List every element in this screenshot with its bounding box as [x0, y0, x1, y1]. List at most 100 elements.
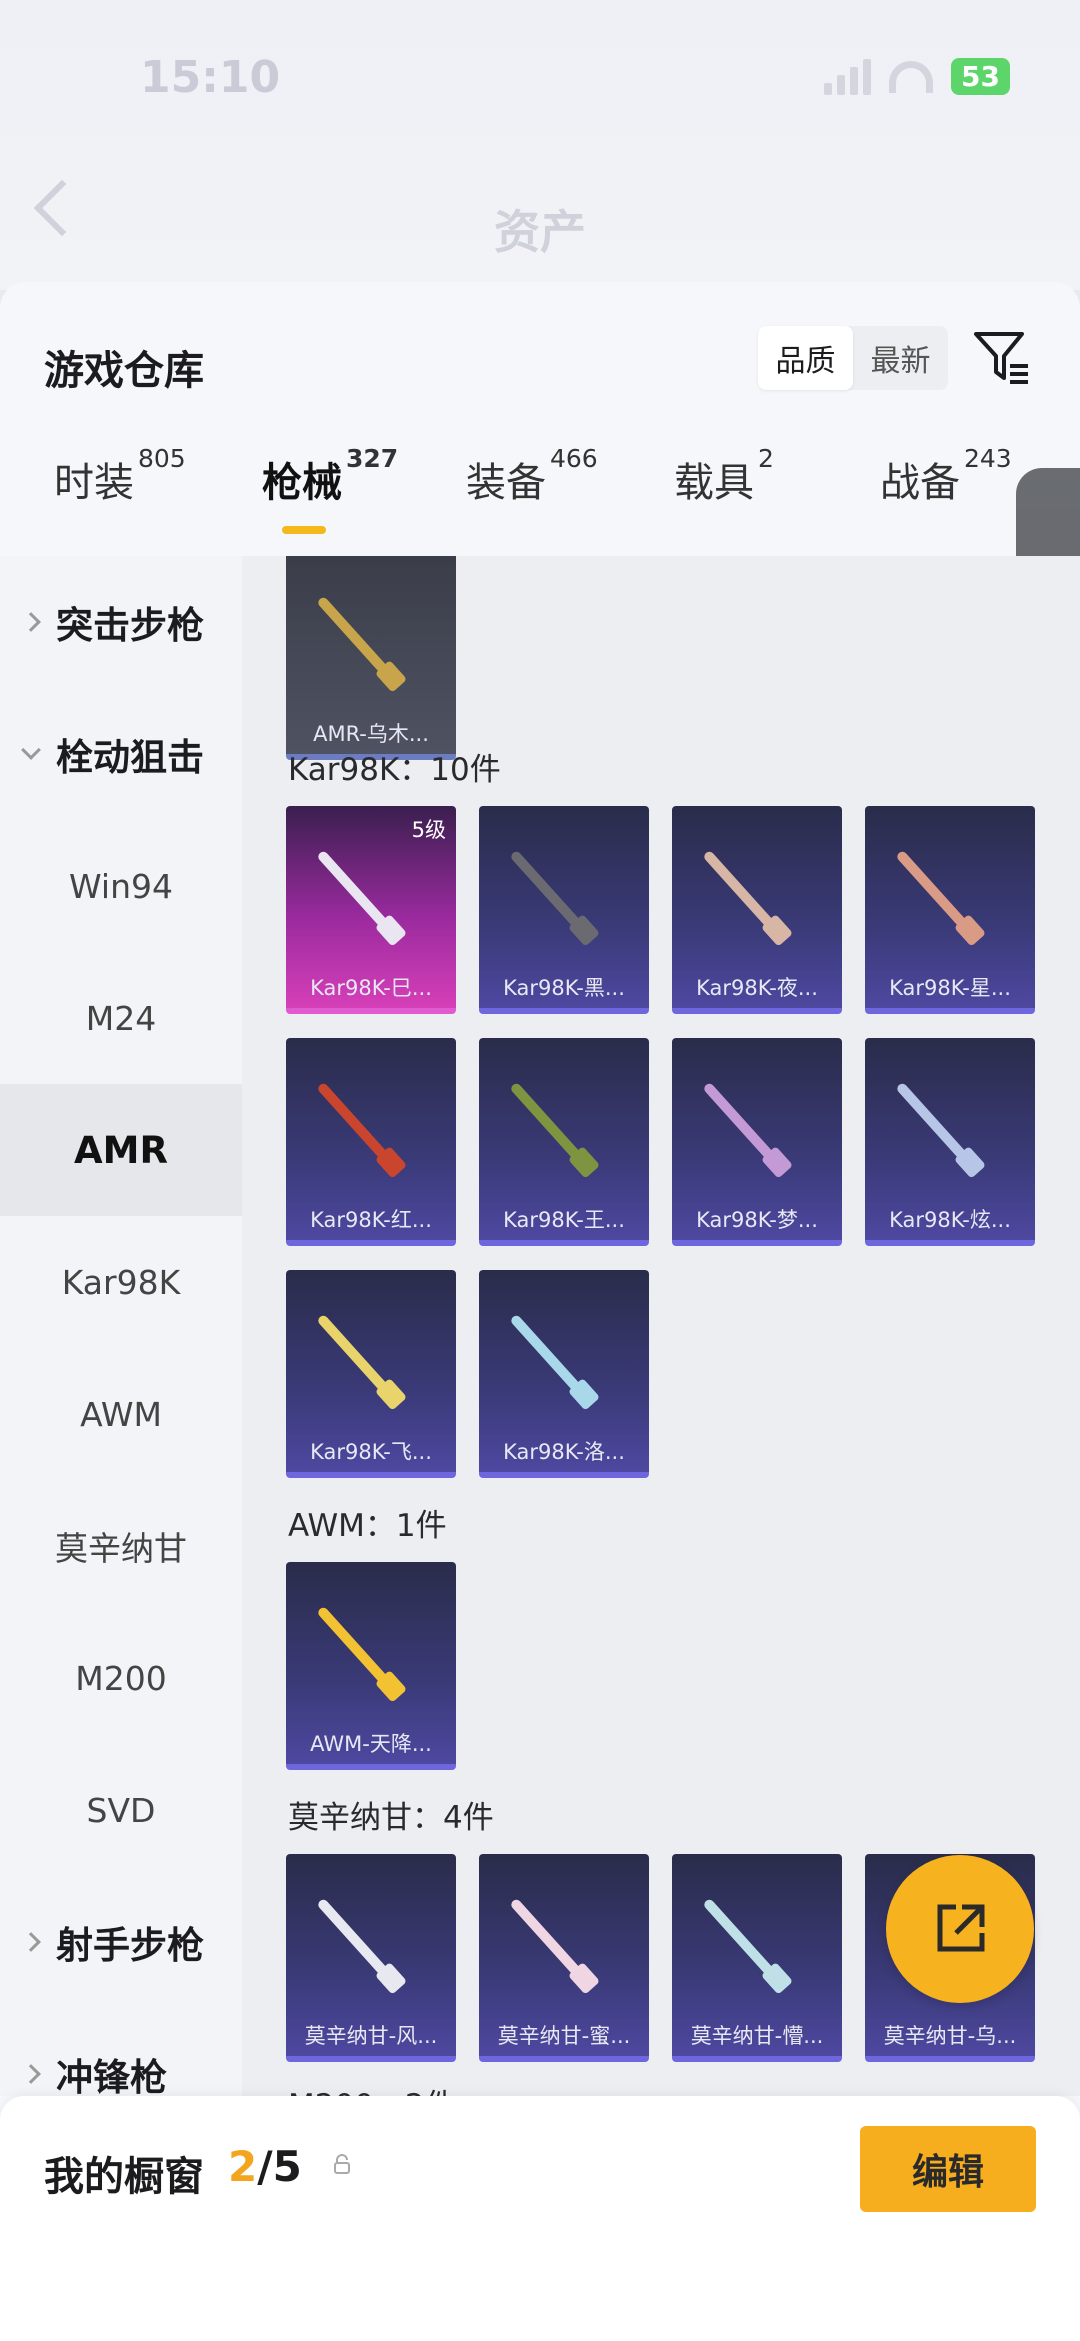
status-icons: 53 [824, 58, 1010, 95]
gun-image [509, 1081, 592, 1172]
item-name: Kar98K-炫... [889, 1208, 1011, 1232]
item-name: Kar98K-星... [889, 976, 1011, 1000]
gun-image [702, 849, 785, 940]
gun-image [509, 1313, 592, 1404]
status-time: 15:10 [140, 52, 281, 103]
chevron-right-icon [21, 612, 41, 632]
item-name: 莫辛纳甘-风... [304, 2024, 438, 2048]
tab-underline [282, 526, 326, 534]
item-name: AWM-天降... [310, 1732, 432, 1756]
item-name: 莫辛纳甘-乌... [883, 2024, 1017, 2048]
gun-image [316, 849, 399, 940]
sidebar-item-mosin[interactable]: 莫辛纳甘 [0, 1480, 242, 1612]
item-name: Kar98K-夜... [696, 976, 818, 1000]
gun-image [316, 1081, 399, 1172]
tab-label: 载具 [674, 460, 754, 506]
battery-icon: 53 [951, 58, 1010, 95]
gun-image [895, 1081, 978, 1172]
tab-label: 战备 [880, 460, 960, 506]
tab-count: 2 [758, 444, 774, 473]
item-card[interactable]: Kar98K-夜... [672, 806, 842, 1014]
chevron-down-icon [21, 740, 41, 760]
showcase-total: /5 [257, 2142, 302, 2191]
sidebar-item-m24[interactable]: M24 [0, 952, 242, 1084]
gun-image [316, 1313, 399, 1404]
sidebar-item-svd[interactable]: SVD [0, 1744, 242, 1876]
item-card[interactable]: AWM-天降... [286, 1562, 456, 1770]
tab-guns[interactable]: 枪械327 [262, 444, 398, 508]
sidebar-group-assault-rifle[interactable]: 突击步枪 [0, 556, 242, 688]
item-card[interactable]: Kar98K-星... [865, 806, 1035, 1014]
sidebar-item-kar98k[interactable]: Kar98K [0, 1216, 242, 1348]
share-icon [937, 1904, 985, 1952]
warehouse-title: 游戏仓库 [44, 348, 204, 394]
section-label: M200：2件 [288, 2080, 456, 2096]
item-name: 莫辛纳甘-蜜... [497, 2024, 631, 2048]
sidebar-group-marksman[interactable]: 射手步枪 [0, 1876, 242, 2008]
gun-type-sidebar: 突击步枪 栓动狙击 Win94 M24 AMR Kar98K AWM 莫辛纳甘 … [0, 556, 242, 2096]
item-card[interactable]: 莫辛纳甘-蜜... [479, 1854, 649, 2062]
gun-image [509, 1897, 592, 1988]
item-card[interactable]: Kar98K-王... [479, 1038, 649, 1246]
page-title: 资产 [494, 205, 586, 259]
category-tabs: 时装805 枪械327 装备466 载具2 战备243 [0, 444, 1080, 550]
item-card[interactable]: Kar98K-梦... [672, 1038, 842, 1246]
tab-count: 243 [964, 444, 1012, 473]
item-card[interactable]: 5级 Kar98K-巳... [286, 806, 456, 1014]
item-card[interactable]: Kar98K-洛... [479, 1270, 649, 1478]
showcase-label: 我的橱窗 [44, 2154, 204, 2200]
tab-label: 时装 [54, 460, 134, 506]
item-card[interactable]: Kar98K-炫... [865, 1038, 1035, 1246]
edit-button[interactable]: 编辑 [860, 2126, 1036, 2212]
filter-icon[interactable] [972, 328, 1032, 388]
item-card[interactable]: AMR-乌木... [286, 556, 456, 760]
sidebar-group-smg[interactable]: 冲锋枪 [0, 2008, 242, 2096]
gun-image [702, 1081, 785, 1172]
item-name: Kar98K-飞... [310, 1440, 432, 1464]
gun-image [316, 1605, 399, 1696]
sidebar-label: 栓动狙击 [56, 736, 204, 779]
showcase-current: 2 [228, 2142, 258, 2191]
tab-count: 327 [346, 444, 399, 473]
item-name: Kar98K-梦... [696, 1208, 818, 1232]
tab-label: 装备 [466, 460, 546, 506]
item-name: Kar98K-洛... [503, 1440, 625, 1464]
sort-newest-button[interactable]: 最新 [853, 326, 948, 390]
sidebar-label: 冲锋枪 [56, 2056, 167, 2096]
item-name: Kar98K-巳... [310, 976, 432, 1000]
item-name: Kar98K-红... [310, 1208, 432, 1232]
gun-image [702, 1897, 785, 1988]
sidebar-item-amr[interactable]: AMR [0, 1084, 242, 1216]
sidebar-label: 突击步枪 [56, 604, 204, 647]
gun-image [509, 849, 592, 940]
gun-image [316, 1897, 399, 1988]
item-card[interactable]: 莫辛纳甘-风... [286, 1854, 456, 2062]
sidebar-item-win94[interactable]: Win94 [0, 820, 242, 952]
item-name: 莫辛纳甘-懵... [690, 2024, 824, 2048]
gun-image [316, 595, 399, 686]
item-name: Kar98K-王... [503, 1208, 625, 1232]
sidebar-item-m200[interactable]: M200 [0, 1612, 242, 1744]
tab-count: 805 [138, 444, 186, 473]
item-card[interactable]: Kar98K-红... [286, 1038, 456, 1246]
section-label: AWM：1件 [288, 1508, 447, 1544]
wifi-icon [889, 60, 934, 93]
item-name: Kar98K-黑... [503, 976, 625, 1000]
showcase-count: 2/5 [228, 2142, 302, 2191]
tab-fashion[interactable]: 时装805 [54, 444, 186, 508]
sidebar-group-bolt-sniper[interactable]: 栓动狙击 [0, 688, 242, 820]
gun-image [895, 849, 978, 940]
sidebar-item-awm[interactable]: AWM [0, 1348, 242, 1480]
share-button[interactable] [886, 1855, 1034, 2003]
item-card[interactable]: Kar98K-黑... [479, 806, 649, 1014]
signal-icon [824, 58, 872, 95]
tab-count: 466 [550, 444, 598, 473]
item-card[interactable]: Kar98K-飞... [286, 1270, 456, 1478]
tab-equipment[interactable]: 装备466 [466, 444, 598, 508]
item-card[interactable]: 莫辛纳甘-懵... [672, 1854, 842, 2062]
chevron-right-icon [21, 1932, 41, 1952]
sort-quality-button[interactable]: 品质 [758, 326, 853, 390]
tab-vehicles[interactable]: 载具2 [674, 444, 774, 508]
tab-supplies[interactable]: 战备243 [880, 444, 1012, 508]
sort-toggle: 品质 最新 [758, 326, 948, 390]
